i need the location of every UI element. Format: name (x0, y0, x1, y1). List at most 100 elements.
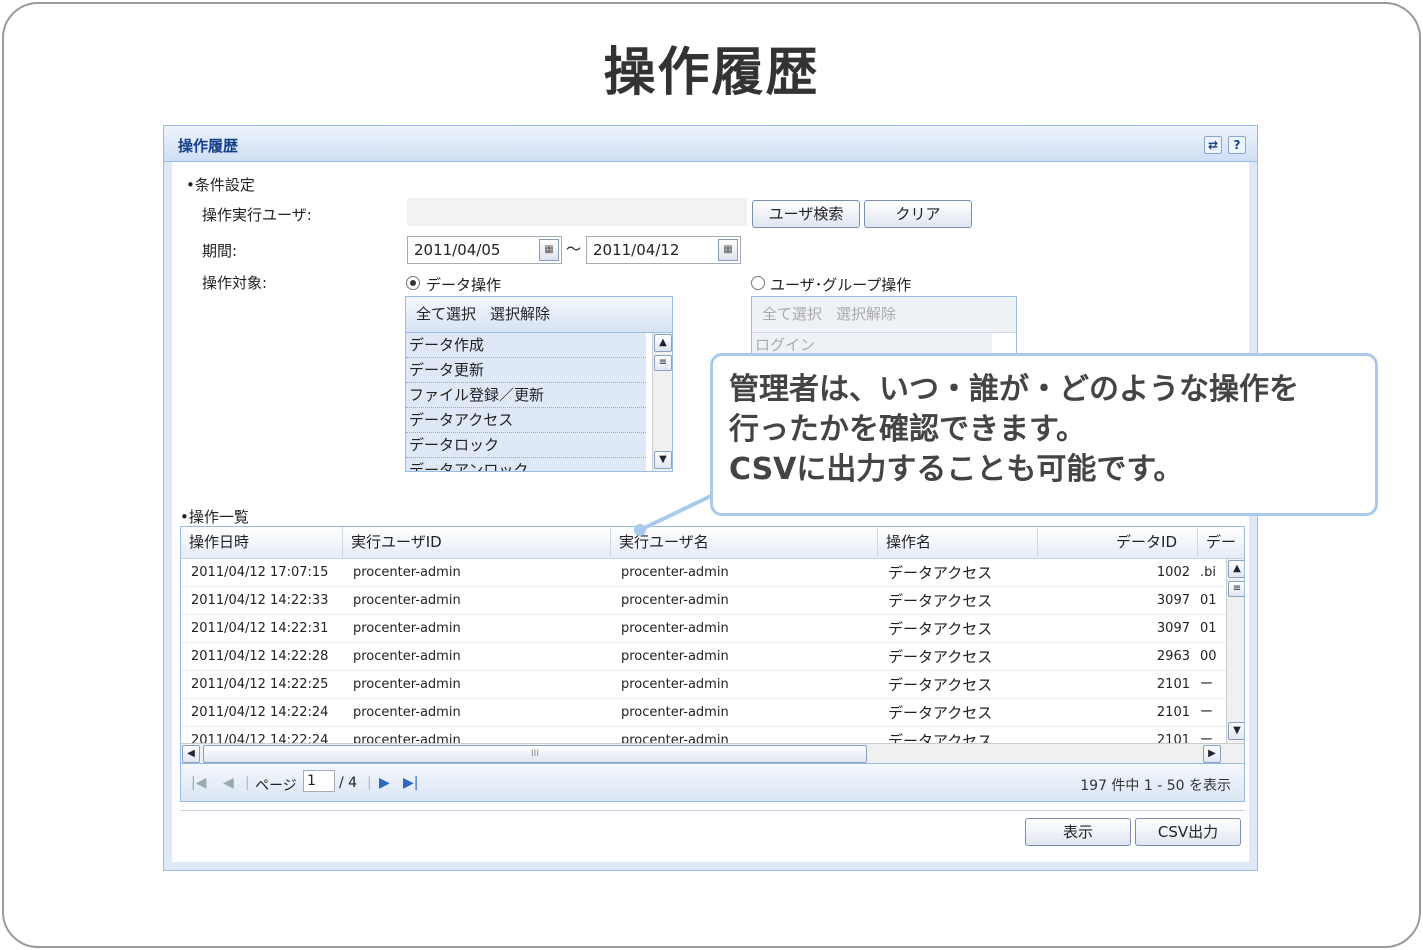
table-row[interactable]: 2011/04/12 17:07:15 procenter-admin procen… (181, 559, 1226, 587)
callout-box: 管理者は、いつ・誰が・どのような操作を 行ったかを確認できます。 CSVに出力す… (710, 353, 1378, 516)
table-cell: 00 (1200, 649, 1217, 664)
usergroup-operation-radio[interactable] (751, 276, 765, 290)
clear-button[interactable]: クリア (864, 200, 972, 228)
date-to-value: 2011/04/12 (593, 241, 680, 259)
table-row[interactable]: 2011/04/12 14:22:33 procenter-admin procen… (181, 587, 1226, 615)
usergroup-operation-list: 全て選択 選択解除 ログイン (751, 296, 1017, 356)
show-button[interactable]: 表示 (1025, 818, 1131, 846)
page-label: ページ (255, 778, 297, 794)
table-cell: procenter-admin (353, 565, 461, 580)
conditions-section-label: •条件設定 (186, 176, 255, 194)
prev-page-icon[interactable]: ◀ (223, 775, 234, 791)
window-header: 操作履歴 ⇄ ? (164, 126, 1257, 162)
table-cell: データアクセス (888, 676, 993, 694)
list-item[interactable]: データ更新 (406, 358, 646, 383)
list-item[interactable]: ファイル登録／更新 (406, 383, 646, 408)
pager-separator: | (367, 775, 372, 791)
table-cell: 2011/04/12 14:22:25 (191, 677, 329, 692)
scroll-right-icon[interactable]: ▶ (1203, 745, 1221, 763)
table-cell: ー (1200, 677, 1214, 692)
grid-pager: |◀ ◀ | ページ 1 / 4 | ▶ ▶| 197 件中 1 - 50 を表… (181, 763, 1244, 801)
user-field (407, 198, 747, 226)
usergroup-list-deselect-button: 選択解除 (836, 305, 897, 323)
calendar-icon[interactable]: ▦ (539, 239, 559, 261)
table-cell: procenter-admin (621, 649, 729, 664)
table-cell: 01 (1200, 593, 1217, 608)
table-row[interactable]: 2011/04/12 14:22:28 procenter-admin procen… (181, 643, 1226, 671)
column-header[interactable]: 操作日時 (181, 527, 343, 559)
table-cell: 2101 (1156, 705, 1190, 720)
data-operation-radio[interactable] (406, 276, 420, 290)
table-cell: データアクセス (888, 592, 993, 610)
table-cell: データアクセス (888, 564, 993, 582)
page-number-input[interactable]: 1 (303, 770, 335, 792)
list-item[interactable]: データロック (406, 433, 646, 458)
scroll-left-icon[interactable]: ◀ (182, 745, 200, 763)
data-list-deselect-button[interactable]: 選択解除 (490, 305, 550, 323)
pager-separator: | (245, 775, 250, 791)
table-cell: 2101 (1156, 677, 1190, 692)
table-cell: procenter-admin (621, 621, 729, 636)
grid-horizontal-scrollbar[interactable]: ◀ III ▶ (181, 743, 1244, 763)
data-operation-radio-label: データ操作 (426, 276, 502, 294)
table-cell: データアクセス (888, 648, 993, 666)
page-total: / 4 (339, 775, 358, 791)
usergroup-list-toolbar: 全て選択 選択解除 (752, 297, 1016, 333)
table-cell: データアクセス (888, 620, 993, 638)
grid-vertical-scrollbar[interactable]: ▲ ≡ ▼ (1226, 559, 1244, 743)
column-header[interactable]: デー (1198, 527, 1244, 559)
callout-line: 管理者は、いつ・誰が・どのような操作を (729, 372, 1299, 407)
scroll-down-icon[interactable]: ▼ (654, 451, 672, 469)
table-cell: procenter-admin (353, 649, 461, 664)
column-header[interactable]: 操作名 (878, 527, 1038, 559)
footer-divider (180, 810, 1245, 811)
table-row[interactable]: 2011/04/12 14:22:31 procenter-admin procen… (181, 615, 1226, 643)
date-separator: 〜 (566, 240, 582, 258)
data-list-select-all-button[interactable]: 全て選択 (416, 305, 476, 323)
table-cell: 2011/04/12 17:07:15 (191, 565, 329, 580)
scroll-up-icon[interactable]: ▲ (1228, 560, 1244, 578)
date-to-field[interactable]: 2011/04/12 ▦ (586, 236, 741, 264)
scroll-thumb[interactable]: ≡ (654, 355, 672, 371)
scroll-up-icon[interactable]: ▲ (654, 334, 672, 352)
table-row[interactable]: 2011/04/12 14:22:24 procenter-admin procen… (181, 699, 1226, 727)
scroll-down-icon[interactable]: ▼ (1228, 722, 1244, 740)
column-header[interactable]: データID (1038, 527, 1198, 559)
date-from-value: 2011/04/05 (414, 241, 501, 259)
callout-line: CSVに出力することも可能です。 (729, 452, 1184, 487)
last-page-icon[interactable]: ▶| (403, 775, 418, 791)
table-cell: 3097 (1156, 621, 1190, 636)
slide-title: 操作履歴 (603, 43, 820, 103)
data-list-scrollbar[interactable]: ▲ ≡ ▼ (652, 333, 672, 471)
table-cell: 1002 (1156, 565, 1190, 580)
callout-line: 行ったかを確認できます。 (729, 412, 1086, 447)
column-header[interactable]: 実行ユーザID (343, 527, 611, 559)
list-item[interactable]: データ作成 (406, 333, 646, 358)
refresh-icon[interactable]: ⇄ (1204, 136, 1222, 154)
table-cell: 2011/04/12 14:22:33 (191, 593, 329, 608)
hscroll-thumb[interactable]: III (203, 745, 867, 763)
table-row[interactable]: 2011/04/12 14:22:25 procenter-admin procen… (181, 671, 1226, 699)
list-item[interactable]: データアクセス (406, 408, 646, 433)
help-icon[interactable]: ? (1228, 136, 1246, 154)
table-cell: データアクセス (888, 704, 993, 722)
table-cell: procenter-admin (353, 705, 461, 720)
user-label: 操作実行ユーザ: (202, 206, 312, 224)
data-operation-list: 全て選択 選択解除 データ作成 データ更新 ファイル登録／更新 データアクセス デ… (405, 296, 673, 472)
table-cell: 2011/04/12 14:22:31 (191, 621, 329, 636)
table-cell: 01 (1200, 621, 1217, 636)
user-search-button[interactable]: ユーザ検索 (752, 200, 860, 228)
date-from-field[interactable]: 2011/04/05 ▦ (407, 236, 562, 264)
calendar-icon[interactable]: ▦ (718, 239, 738, 261)
table-cell: procenter-admin (621, 565, 729, 580)
table-cell: procenter-admin (353, 593, 461, 608)
csv-export-button[interactable]: CSV出力 (1135, 818, 1241, 846)
table-cell: 2963 (1156, 649, 1190, 664)
next-page-icon[interactable]: ▶ (379, 775, 390, 791)
first-page-icon[interactable]: |◀ (191, 775, 206, 791)
target-label: 操作対象: (202, 274, 268, 292)
usergroup-list-select-all-button: 全て選択 (762, 305, 823, 323)
usergroup-operation-radio-label: ユーザ･グループ操作 (770, 276, 912, 294)
scroll-thumb[interactable]: ≡ (1228, 581, 1244, 597)
list-item[interactable]: データアンロック (406, 458, 646, 471)
